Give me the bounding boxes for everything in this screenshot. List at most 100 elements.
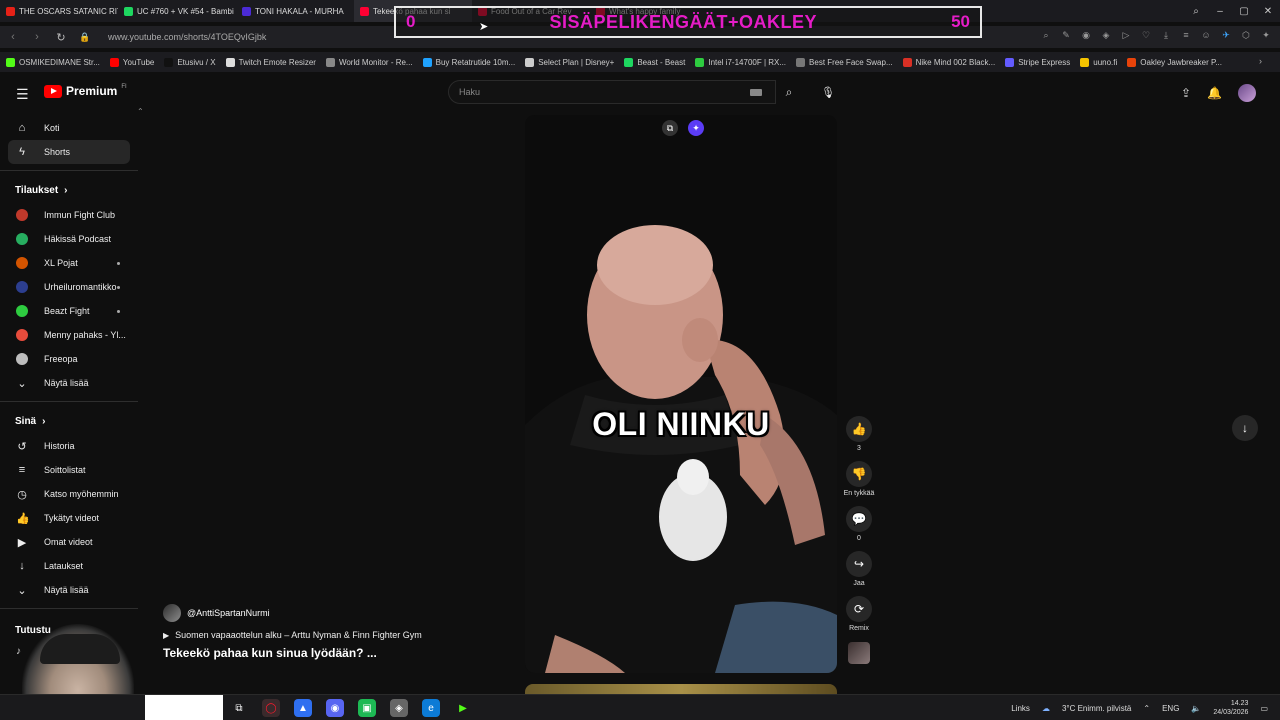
account-avatar[interactable] xyxy=(1238,84,1256,102)
audio-source-thumbnail[interactable] xyxy=(848,642,870,664)
next-short-preview[interactable] xyxy=(525,684,837,694)
bookmark-item[interactable]: YouTube xyxy=(109,57,154,67)
bookmark-item[interactable]: uuno.fi xyxy=(1080,57,1117,67)
ai-assist-icon[interactable]: ✦ xyxy=(688,120,704,136)
sidebar-item-you[interactable]: ◷ Katso myöhemmin xyxy=(0,482,140,506)
sidebar-item-you[interactable]: ≡ Soittolistat xyxy=(0,458,140,482)
channel-handle[interactable]: @AnttiSpartanNurmi xyxy=(187,608,270,618)
back-icon[interactable]: ‹ xyxy=(6,31,20,43)
sidebar-show-more-you[interactable]: ⌄ Näytä lisää xyxy=(0,578,140,602)
comments-button[interactable]: 💬 0 xyxy=(846,506,872,542)
short-title[interactable]: Tekeekö pahaa kun sinua lyödään? ... xyxy=(163,646,503,660)
remix-button[interactable]: ⟳ Remix xyxy=(846,596,872,632)
reload-icon[interactable]: ↻ xyxy=(54,31,68,44)
spotify-app-icon[interactable]: ▣ xyxy=(358,699,376,717)
microphone-icon[interactable]: 🎙 xyxy=(818,82,838,102)
edit-icon[interactable]: ✎ xyxy=(1060,29,1072,41)
sidebar-collapse-chevron-icon[interactable]: ⌃ xyxy=(137,107,144,116)
bookmark-item[interactable]: Best Free Face Swap... xyxy=(796,57,893,67)
sidebar-you-heading[interactable]: Sinä › xyxy=(0,408,140,434)
bookmark-item[interactable]: Nike Mind 002 Black... xyxy=(902,57,995,67)
close-icon[interactable]: ✕ xyxy=(1256,6,1280,17)
bookmark-item[interactable]: Twitch Emote Resizer xyxy=(225,57,316,67)
browser-tab[interactable]: THE OSCARS SATANIC RITI xyxy=(0,0,118,22)
share-button[interactable]: ↪ Jaa xyxy=(846,551,872,587)
bookmark-item[interactable]: OSMIKEDIMANE Str... xyxy=(6,57,100,67)
search-button[interactable]: ⌕ xyxy=(776,80,802,104)
bookmark-item[interactable]: Select Plan | Disney+ xyxy=(525,57,614,67)
bookmark-item[interactable]: Beast - Beast xyxy=(624,57,685,67)
dislike-icon[interactable]: 👎 xyxy=(846,461,872,487)
menu-icon[interactable]: ☰ xyxy=(16,86,29,103)
bookmark-item[interactable]: Intel i7-14700F | RX... xyxy=(695,57,786,67)
browser-tab[interactable]: TONI HAKALA - MURHA xyxy=(236,0,354,22)
kick-app-icon[interactable]: ▶ xyxy=(454,699,472,717)
weather-text[interactable]: 3°C Enimm. pilvistä xyxy=(1062,704,1131,713)
camera-icon[interactable]: ◉ xyxy=(1080,29,1092,41)
maximize-icon[interactable]: ▢ xyxy=(1232,6,1256,17)
channel-row[interactable]: @AnttiSpartanNurmi xyxy=(163,604,503,622)
search-tabs-icon[interactable]: ⌕ xyxy=(1184,6,1208,17)
sidebar-item-main[interactable]: ϟ Shorts xyxy=(8,140,130,164)
taskbar-search-box[interactable] xyxy=(145,695,223,720)
bookmark-item[interactable]: Buy Retatrutide 10m... xyxy=(422,57,515,67)
profile-icon[interactable]: ☺ xyxy=(1200,29,1212,41)
sidebar-subscription-item[interactable]: Urheiluromantikko xyxy=(0,275,140,299)
bookmarks-more-icon[interactable]: › xyxy=(1259,56,1262,66)
speaker-icon[interactable]: 🔈 xyxy=(1191,704,1201,713)
task-view-icon[interactable]: ⧉ xyxy=(230,699,248,717)
extension-icon[interactable]: ✈ xyxy=(1220,29,1232,41)
sidebar-subscriptions-heading[interactable]: Tilaukset › xyxy=(0,177,140,203)
share-icon[interactable]: ↪ xyxy=(846,551,872,577)
ai-icon[interactable]: ✦ xyxy=(1260,29,1272,41)
shorts-video-player[interactable] xyxy=(525,115,837,673)
links-toolbar[interactable]: Links xyxy=(1011,704,1030,713)
copy-icon[interactable]: ⧉ xyxy=(662,120,678,136)
search-page-icon[interactable]: ⌕ xyxy=(1040,29,1052,41)
bookmark-item[interactable]: World Monitor - Re... xyxy=(325,57,413,67)
shield-icon[interactable]: ◈ xyxy=(1100,29,1112,41)
menu-list-icon[interactable]: ≡ xyxy=(1180,29,1192,41)
remix-icon[interactable]: ⟳ xyxy=(846,596,872,622)
channel-avatar[interactable] xyxy=(163,604,181,622)
language-indicator[interactable]: ENG xyxy=(1162,704,1179,713)
sidebar-subscription-item[interactable]: Menny pahaks - Yl... xyxy=(0,323,140,347)
bookmark-item[interactable]: Stripe Express xyxy=(1005,57,1070,67)
sidebar-subscription-item[interactable]: Häkissä Podcast xyxy=(0,227,140,251)
keyboard-icon[interactable] xyxy=(750,89,762,96)
sidebar-subscription-item[interactable]: Immun Fight Club xyxy=(0,203,140,227)
player-icon[interactable]: ▷ xyxy=(1120,29,1132,41)
notifications-bell-icon[interactable]: 🔔 xyxy=(1207,86,1222,100)
music-row[interactable]: ▶ Suomen vapaaottelun alku – Arttu Nyman… xyxy=(163,630,503,640)
shield-app-icon[interactable]: ◈ xyxy=(390,699,408,717)
comments-icon[interactable]: 💬 xyxy=(846,506,872,532)
like-button[interactable]: 👍 3 xyxy=(846,416,872,452)
sidebar-item-you[interactable]: ▶ Omat videot xyxy=(0,530,140,554)
browser-tab[interactable]: UC #760 + VK #54 - Bambi xyxy=(118,0,236,22)
tray-expand-icon[interactable]: ⌃ xyxy=(1143,704,1150,713)
minimize-icon[interactable]: – xyxy=(1208,6,1232,17)
opera-browser-icon[interactable]: ◯ xyxy=(262,699,280,717)
search-input[interactable]: Haku xyxy=(448,80,776,104)
sidebar-subscription-item[interactable]: Freeopa xyxy=(0,347,140,371)
music-title[interactable]: Suomen vapaaottelun alku – Arttu Nyman &… xyxy=(175,630,422,640)
sidebar-item-you[interactable]: ↓ Lataukset xyxy=(0,554,140,578)
sidebar-item-you[interactable]: 👍 Tykätyt videot xyxy=(0,506,140,530)
dislike-button[interactable]: 👎 En tykkää xyxy=(844,461,874,497)
taskbar-clock[interactable]: 14.23 24/03/2026 xyxy=(1213,699,1248,717)
bookmark-item[interactable]: Etusivu / X xyxy=(164,57,216,67)
next-video-arrow-icon[interactable]: ↓ xyxy=(1232,415,1258,441)
download-icon[interactable]: ⤓ xyxy=(1160,29,1172,41)
sidebar-subscription-item[interactable]: Beazt Fight xyxy=(0,299,140,323)
sidebar-subscription-item[interactable]: XL Pojat xyxy=(0,251,140,275)
notification-center-icon[interactable]: ▭ xyxy=(1260,704,1268,713)
heart-icon[interactable]: ♡ xyxy=(1140,29,1152,41)
paint-app-icon[interactable]: ▲ xyxy=(294,699,312,717)
bookmark-item[interactable]: Oakley Jawbreaker P... xyxy=(1127,57,1222,67)
sidebar-item-main[interactable]: ⌂ Koti xyxy=(0,116,140,140)
url-field[interactable]: www.youtube.com/shorts/4TOEQvIGjbk xyxy=(108,32,266,42)
cube-icon[interactable]: ⬡ xyxy=(1240,29,1252,41)
upload-icon[interactable]: ⇪ xyxy=(1181,86,1191,100)
forward-icon[interactable]: › xyxy=(30,31,44,43)
youtube-premium-logo[interactable]: Premium FI xyxy=(44,84,127,98)
